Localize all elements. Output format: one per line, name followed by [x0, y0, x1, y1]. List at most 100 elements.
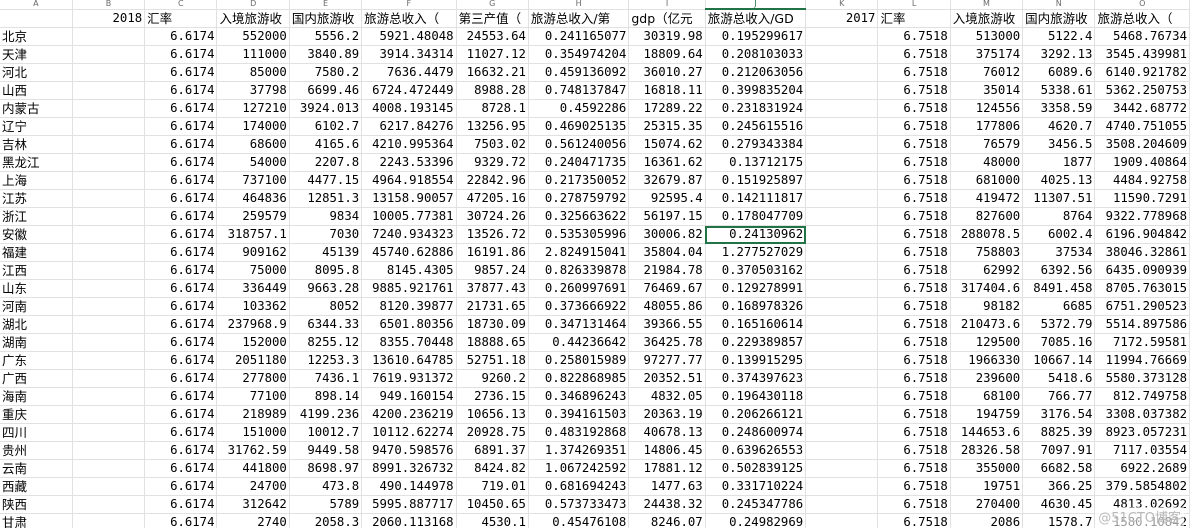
- data-cell[interactable]: 13526.72: [456, 225, 529, 244]
- data-cell[interactable]: 76579: [950, 135, 1024, 154]
- data-cell[interactable]: 6.7518: [877, 261, 951, 280]
- data-cell[interactable]: 0.241165077: [528, 27, 630, 46]
- data-cell[interactable]: 4530.1: [456, 513, 529, 528]
- data-cell[interactable]: [72, 27, 146, 46]
- data-cell[interactable]: 10667.14: [1022, 351, 1096, 370]
- data-cell[interactable]: [805, 351, 879, 370]
- column-header-C[interactable]: C: [144, 0, 218, 10]
- data-cell[interactable]: 6.6174: [144, 387, 218, 406]
- data-cell[interactable]: 0.535305996: [528, 225, 630, 244]
- data-cell[interactable]: 6.6174: [144, 189, 218, 208]
- header-cell[interactable]: 汇率: [877, 9, 951, 28]
- data-cell[interactable]: [72, 369, 146, 388]
- data-cell[interactable]: 0.639626553: [705, 441, 807, 460]
- data-cell[interactable]: 8255.12: [289, 333, 363, 352]
- data-cell[interactable]: 6.6174: [144, 405, 218, 424]
- data-cell[interactable]: 4740.751055: [1094, 117, 1190, 136]
- data-cell[interactable]: 8705.763015: [1094, 279, 1190, 298]
- column-header-J[interactable]: J: [705, 0, 807, 10]
- data-cell[interactable]: 3358.59: [1022, 99, 1096, 118]
- data-cell[interactable]: 7240.934323: [361, 225, 457, 244]
- data-cell[interactable]: 17881.12: [628, 459, 706, 478]
- data-cell[interactable]: 0.681694243: [528, 477, 630, 496]
- data-cell[interactable]: 68100: [950, 387, 1024, 406]
- data-cell[interactable]: 812.749758: [1094, 387, 1190, 406]
- data-cell[interactable]: [805, 261, 879, 280]
- data-cell[interactable]: 4832.05: [628, 387, 706, 406]
- data-cell[interactable]: 375174: [950, 45, 1024, 64]
- data-cell[interactable]: 0.178047709: [705, 207, 807, 226]
- province-cell[interactable]: 甘肃: [0, 513, 73, 528]
- data-cell[interactable]: 39366.55: [628, 315, 706, 334]
- data-cell[interactable]: 30724.26: [456, 207, 529, 226]
- data-cell[interactable]: 0.347131464: [528, 315, 630, 334]
- data-cell[interactable]: 8095.8: [289, 261, 363, 280]
- data-cell[interactable]: [72, 135, 146, 154]
- data-cell[interactable]: [805, 27, 879, 46]
- data-cell[interactable]: 6.6174: [144, 351, 218, 370]
- data-cell[interactable]: 4620.7: [1022, 117, 1096, 136]
- data-cell[interactable]: 3924.013: [289, 99, 363, 118]
- data-cell[interactable]: [805, 495, 879, 514]
- data-cell[interactable]: 8825.39: [1022, 423, 1096, 442]
- data-cell[interactable]: 11994.76669: [1094, 351, 1190, 370]
- column-header-B[interactable]: B: [72, 0, 146, 10]
- data-cell[interactable]: 6.6174: [144, 297, 218, 316]
- data-cell[interactable]: 6.7518: [877, 45, 951, 64]
- data-cell[interactable]: 144653.6: [950, 423, 1024, 442]
- province-cell[interactable]: 山西: [0, 81, 73, 100]
- data-cell[interactable]: 18809.64: [628, 45, 706, 64]
- data-cell[interactable]: 4199.236: [289, 405, 363, 424]
- data-cell[interactable]: 48055.86: [628, 297, 706, 316]
- data-cell[interactable]: 35804.04: [628, 243, 706, 262]
- data-cell[interactable]: 8728.1: [456, 99, 529, 118]
- data-cell[interactable]: [72, 261, 146, 280]
- data-cell[interactable]: 0.374397623: [705, 369, 807, 388]
- data-cell[interactable]: 15074.62: [628, 135, 706, 154]
- data-cell[interactable]: 9663.28: [289, 279, 363, 298]
- data-cell[interactable]: 6.7518: [877, 189, 951, 208]
- data-cell[interactable]: 54000: [216, 153, 290, 172]
- data-cell[interactable]: [805, 513, 879, 528]
- data-cell[interactable]: [805, 441, 879, 460]
- data-cell[interactable]: 6.6174: [144, 261, 218, 280]
- data-cell[interactable]: 14806.45: [628, 441, 706, 460]
- data-cell[interactable]: 5362.250753: [1094, 81, 1190, 100]
- data-cell[interactable]: 38046.32861: [1094, 243, 1190, 262]
- data-cell[interactable]: 2060.113168: [361, 513, 457, 528]
- province-cell[interactable]: 贵州: [0, 441, 73, 460]
- data-cell[interactable]: 28326.58: [950, 441, 1024, 460]
- data-cell[interactable]: 1477.63: [628, 477, 706, 496]
- data-cell[interactable]: 6.7518: [877, 279, 951, 298]
- data-cell[interactable]: 909162: [216, 243, 290, 262]
- data-cell[interactable]: 13256.95: [456, 117, 529, 136]
- data-cell[interactable]: 8120.39877: [361, 297, 457, 316]
- column-header-D[interactable]: D: [216, 0, 290, 10]
- data-cell[interactable]: 5418.6: [1022, 369, 1096, 388]
- province-cell[interactable]: 吉林: [0, 135, 73, 154]
- data-cell[interactable]: 6.7518: [877, 297, 951, 316]
- data-cell[interactable]: 6.7518: [877, 477, 951, 496]
- data-cell[interactable]: 10656.13: [456, 405, 529, 424]
- data-cell[interactable]: 1.277527029: [705, 243, 807, 262]
- data-cell[interactable]: 0.196430118: [705, 387, 807, 406]
- province-cell[interactable]: 广西: [0, 369, 73, 388]
- data-cell[interactable]: 16191.86: [456, 243, 529, 262]
- data-cell[interactable]: 0.24982969: [705, 513, 807, 528]
- data-cell[interactable]: 1.067242592: [528, 459, 630, 478]
- data-cell[interactable]: [72, 225, 146, 244]
- data-cell[interactable]: 7117.03554: [1094, 441, 1190, 460]
- data-cell[interactable]: 681000: [950, 171, 1024, 190]
- data-cell[interactable]: [72, 189, 146, 208]
- data-cell[interactable]: 270400: [950, 495, 1024, 514]
- data-cell[interactable]: 6.6174: [144, 495, 218, 514]
- data-cell[interactable]: 6.7518: [877, 369, 951, 388]
- data-cell[interactable]: 97277.77: [628, 351, 706, 370]
- data-cell[interactable]: 464836: [216, 189, 290, 208]
- province-cell[interactable]: 内蒙古: [0, 99, 73, 118]
- data-cell[interactable]: 8491.458: [1022, 279, 1096, 298]
- data-cell[interactable]: 103362: [216, 297, 290, 316]
- data-cell[interactable]: 0.822868985: [528, 369, 630, 388]
- province-cell[interactable]: 辽宁: [0, 117, 73, 136]
- data-cell[interactable]: 25315.35: [628, 117, 706, 136]
